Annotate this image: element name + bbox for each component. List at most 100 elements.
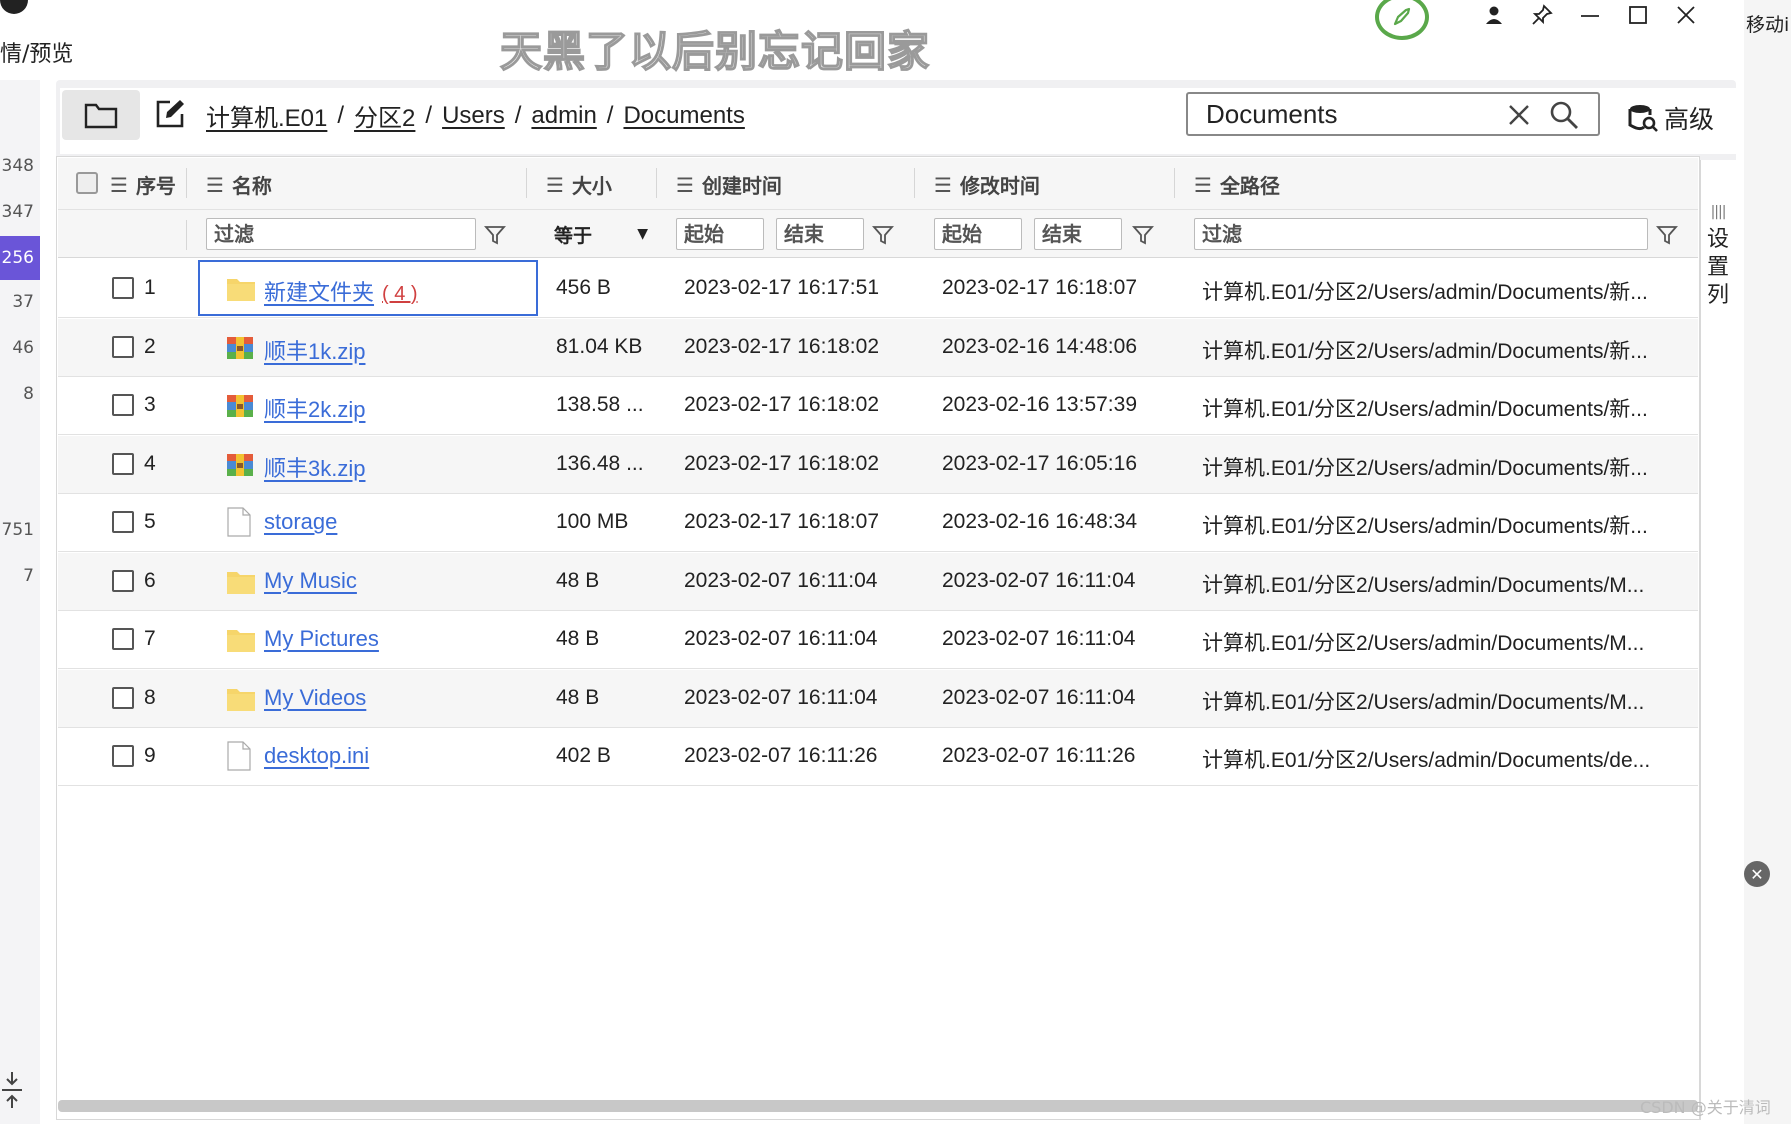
filter-icon[interactable] — [482, 222, 508, 248]
file-name-link[interactable]: 顺丰2k.zip — [264, 397, 365, 422]
advanced-search-button[interactable]: 高级 — [1628, 100, 1714, 136]
open-folder-button[interactable] — [62, 90, 140, 140]
table-row[interactable]: 3 顺丰2k.zip 138.58 ... 2023-02-17 16:18:02 20… — [58, 377, 1698, 435]
file-name-cell: storage — [264, 509, 337, 535]
modified-time: 2023-02-17 16:18:07 — [942, 276, 1137, 299]
breadcrumb-item[interactable]: Users — [442, 102, 505, 130]
search-input[interactable]: Documents — [1186, 92, 1600, 136]
file-name-link[interactable]: My Videos — [264, 685, 366, 710]
row-index: 8 — [144, 686, 156, 709]
watermark: CSDN @关于清词 — [1640, 1098, 1771, 1117]
left-count[interactable]: 46 — [0, 338, 34, 358]
folder-icon — [226, 686, 255, 712]
table-row[interactable]: 9 desktop.ini 402 B 2023-02-07 16:11:26 2023… — [58, 728, 1698, 786]
row-checkbox[interactable] — [112, 277, 134, 299]
left-count[interactable]: 348 — [0, 156, 34, 176]
close-circle-icon[interactable]: ✕ — [1744, 861, 1770, 887]
column-header-created[interactable]: ☰ 创建时间 — [676, 170, 782, 199]
row-checkbox[interactable] — [112, 394, 134, 416]
rocket-icon[interactable] — [1375, 0, 1429, 40]
created-start-input[interactable]: 起始 — [676, 218, 764, 250]
path-filter-input[interactable]: 过滤 — [1194, 218, 1648, 250]
user-icon[interactable] — [1470, 0, 1518, 30]
column-divider[interactable] — [656, 168, 657, 198]
row-checkbox[interactable] — [112, 336, 134, 358]
left-count[interactable]: 8 — [0, 384, 34, 404]
search-icon[interactable] — [1546, 98, 1582, 132]
breadcrumb-item[interactable]: 计算机.E01 — [206, 98, 327, 133]
close-window-icon[interactable] — [1662, 0, 1710, 30]
row-checkbox[interactable] — [112, 511, 134, 533]
filter-icon[interactable] — [870, 222, 896, 248]
table-row[interactable]: 7 My Pictures 48 B 2023-02-07 16:11:04 2023-… — [58, 611, 1698, 669]
file-name-cell: 顺丰3k.zip — [264, 451, 365, 483]
table-row[interactable]: 4 顺丰3k.zip 136.48 ... 2023-02-17 16:18:02 20… — [58, 436, 1698, 494]
created-time: 2023-02-07 16:11:04 — [684, 569, 878, 592]
column-header-index[interactable]: ☰ 序号 — [110, 170, 176, 199]
row-checkbox[interactable] — [112, 570, 134, 592]
filter-icon[interactable] — [1130, 222, 1156, 248]
maximize-icon[interactable] — [1614, 0, 1662, 30]
minimize-icon[interactable] — [1566, 0, 1614, 30]
modified-end-input[interactable]: 结束 — [1034, 218, 1122, 250]
column-divider[interactable] — [186, 168, 187, 198]
row-checkbox[interactable] — [112, 745, 134, 767]
name-filter-input[interactable]: 过滤 — [206, 218, 476, 250]
row-checkbox[interactable] — [112, 687, 134, 709]
pin-icon[interactable] — [1518, 0, 1566, 30]
column-header-size[interactable]: ☰ 大小 — [546, 170, 612, 199]
edit-path-button[interactable] — [152, 96, 188, 132]
column-settings-label[interactable]: 设置列 — [1706, 226, 1730, 310]
row-checkbox[interactable] — [112, 628, 134, 650]
row-checkbox[interactable] — [112, 453, 134, 475]
file-size: 402 B — [556, 744, 611, 767]
file-icon — [226, 741, 254, 771]
table-row[interactable]: 2 顺丰1k.zip 81.04 KB 2023-02-17 16:18:02 2023… — [58, 319, 1698, 377]
created-time: 2023-02-07 16:11:04 — [684, 686, 878, 709]
collapse-icon[interactable] — [0, 1070, 24, 1110]
column-divider[interactable] — [1174, 168, 1175, 198]
app-logo-icon — [0, 0, 28, 14]
left-count[interactable]: 37 — [0, 292, 34, 312]
size-operator-select[interactable]: 等于 ▼ — [546, 218, 654, 250]
created-time: 2023-02-07 16:11:04 — [684, 627, 878, 650]
filter-icon[interactable] — [1654, 222, 1680, 248]
left-count[interactable]: 347 — [0, 202, 34, 222]
full-path: 计算机.E01/分区2/Users/admin/Documents/M... — [1202, 691, 1645, 714]
file-name-link[interactable]: 顺丰3k.zip — [264, 456, 365, 481]
column-header-path[interactable]: ☰ 全路径 — [1194, 170, 1280, 199]
horizontal-scrollbar[interactable] — [58, 1100, 1698, 1112]
breadcrumb-item[interactable]: 分区2 — [354, 98, 415, 133]
file-name-link[interactable]: 顺丰1k.zip — [264, 339, 365, 364]
left-count[interactable]: 751 — [0, 520, 34, 540]
table-row[interactable]: 6 My Music 48 B 2023-02-07 16:11:04 2023-02-… — [58, 553, 1698, 611]
file-size: 456 B — [556, 276, 611, 299]
select-all-checkbox[interactable] — [76, 172, 98, 194]
table-row[interactable]: 8 My Videos 48 B 2023-02-07 16:11:04 2023-02… — [58, 670, 1698, 728]
breadcrumb: 计算机.E01 / 分区2 / Users / admin / Document… — [206, 98, 745, 133]
left-count-active[interactable]: 256 — [0, 236, 40, 280]
modified-start-input[interactable]: 起始 — [934, 218, 1022, 250]
row-index: 2 — [144, 335, 156, 358]
left-count[interactable]: 7 — [0, 566, 34, 586]
file-name-link[interactable]: desktop.ini — [264, 743, 369, 768]
dropdown-arrow-icon: ▼ — [637, 226, 648, 242]
clear-search-icon[interactable] — [1502, 98, 1536, 132]
column-header-name[interactable]: ☰ 名称 — [206, 170, 272, 199]
file-size: 138.58 ... — [556, 393, 644, 416]
file-name-cell: My Music — [264, 568, 357, 594]
column-menu-icon: ☰ — [110, 172, 128, 197]
column-header-modified[interactable]: ☰ 修改时间 — [934, 170, 1040, 199]
breadcrumb-item[interactable]: admin — [531, 102, 596, 130]
column-divider[interactable] — [914, 168, 915, 198]
breadcrumb-item[interactable]: Documents — [623, 102, 744, 130]
file-name-link[interactable]: My Music — [264, 568, 357, 593]
created-end-input[interactable]: 结束 — [776, 218, 864, 250]
marquee-text: 天黑了以后别忘记回家 — [499, 26, 931, 77]
file-name-link[interactable]: storage — [264, 509, 337, 534]
preview-tab-label[interactable]: 情/预览 — [0, 36, 73, 68]
column-divider[interactable] — [526, 168, 527, 198]
file-name-link[interactable]: My Pictures — [264, 626, 379, 651]
table-row[interactable]: 5 storage 100 MB 2023-02-17 16:18:07 2023-02… — [58, 494, 1698, 552]
file-size: 81.04 KB — [556, 335, 643, 358]
